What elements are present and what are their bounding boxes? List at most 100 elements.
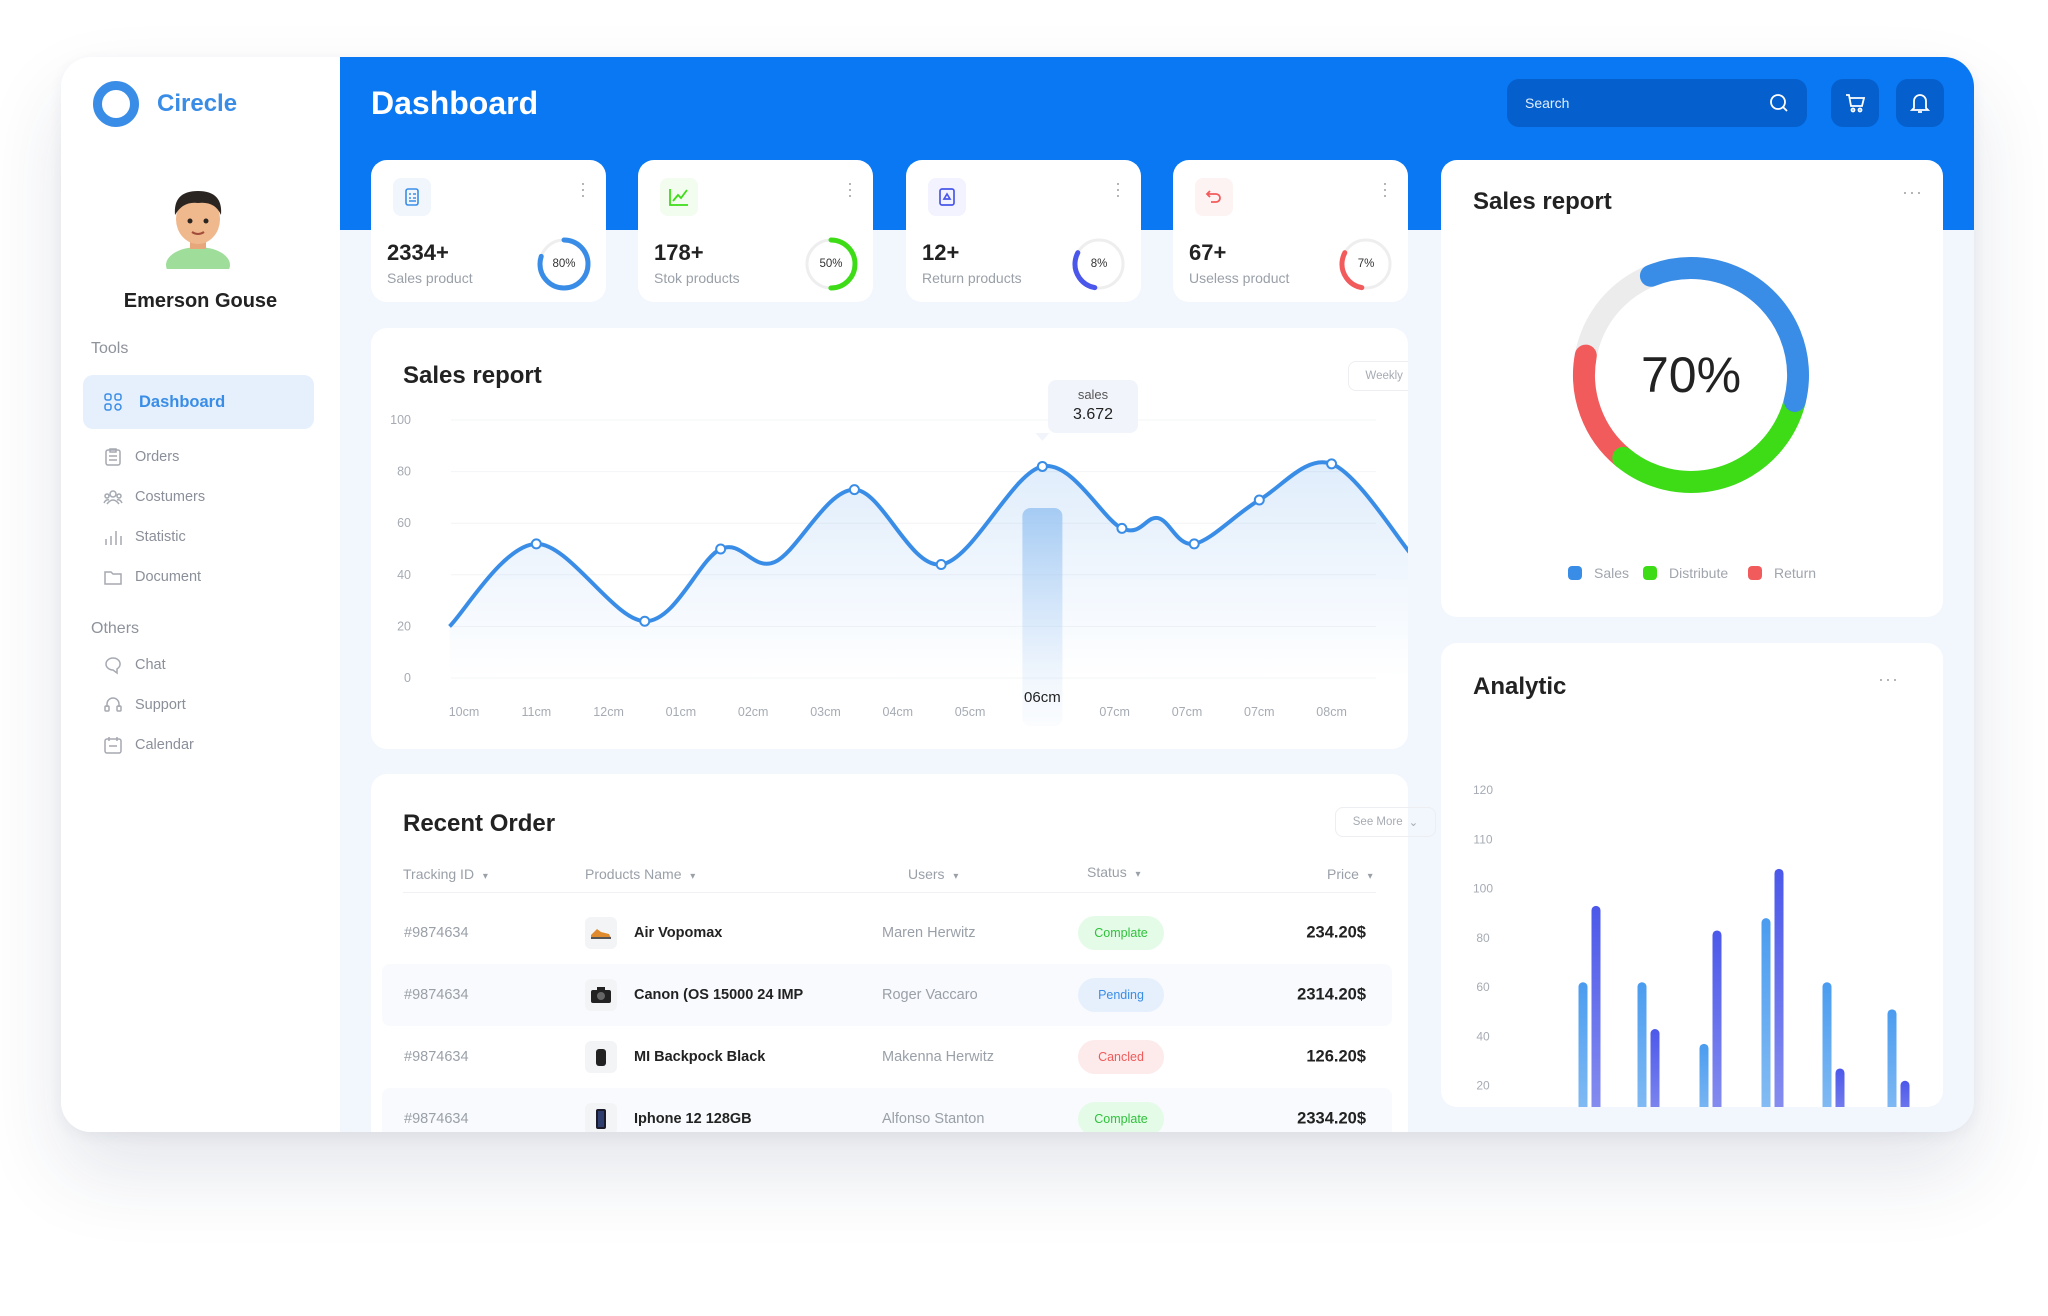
- more-menu-icon[interactable]: ···: [847, 174, 853, 204]
- bar: [1712, 930, 1722, 1107]
- progress-label: 8%: [1090, 258, 1108, 270]
- shoe-thumbnail: [585, 917, 617, 949]
- folder-icon: [104, 571, 122, 585]
- column-header-status[interactable]: Status: [1087, 864, 1141, 880]
- chat-icon: [105, 657, 121, 675]
- x-tick-label: 07cm: [1172, 705, 1203, 719]
- bar: [1835, 1068, 1845, 1107]
- phone-thumbnail: [585, 1103, 617, 1132]
- stat-card-return[interactable]: · · · 12+ Return products 8%: [906, 160, 1141, 302]
- page-title: Dashboard: [371, 85, 539, 121]
- sidebar-item-support[interactable]: Support: [83, 685, 314, 725]
- sidebar-item-chat[interactable]: Chat: [83, 645, 314, 685]
- x-tick-label: 10cm: [449, 705, 480, 719]
- more-menu-icon[interactable]: ···: [1382, 174, 1388, 204]
- y-tick-label: 0: [404, 671, 411, 685]
- sidebar-item-label: Document: [135, 569, 202, 585]
- table-row[interactable]: #9874634 MI Backpock Black Makenna Herwi…: [382, 1026, 1392, 1088]
- data-point: [1116, 522, 1128, 534]
- cart-button[interactable]: [1831, 79, 1879, 127]
- stat-card-stock[interactable]: · · · 178+ Stok products 50%: [638, 160, 873, 302]
- grid-icon: [104, 393, 122, 411]
- y-tick-label: 120: [1473, 783, 1493, 797]
- search-icon[interactable]: [1769, 93, 1789, 113]
- data-point: [1326, 458, 1338, 470]
- tracking-id: #9874634: [404, 987, 469, 1003]
- data-point: [1188, 538, 1200, 550]
- sidebar-item-label: Dashboard: [139, 392, 226, 411]
- sidebar-item-statistic[interactable]: Statistic: [83, 517, 314, 557]
- product-name: Air Vopomax: [634, 925, 723, 941]
- avatar[interactable]: [153, 177, 243, 269]
- data-point: [1036, 460, 1048, 472]
- see-more-button[interactable]: See More ⌄: [1335, 807, 1436, 837]
- legend-item-return: Return: [1748, 565, 1816, 581]
- notifications-button[interactable]: [1896, 79, 1944, 127]
- table-row[interactable]: #9874634 Iphone 12 128GB Alfonso Stanton…: [382, 1088, 1392, 1132]
- stat-card-sales[interactable]: · · · 2334+ Sales product 80%: [371, 160, 606, 302]
- sidebar-item-calendar[interactable]: Calendar: [83, 725, 314, 765]
- bar: [1591, 905, 1601, 1107]
- y-tick-label: 80: [1476, 931, 1490, 945]
- bar: [1650, 1029, 1660, 1107]
- user-name: Maren Herwitz: [882, 925, 976, 941]
- search-input[interactable]: Search: [1507, 79, 1807, 127]
- x-tick-label: 04cm: [883, 705, 914, 719]
- sidebar-item-label: Support: [135, 697, 186, 713]
- tooltip-value: 3.672: [1072, 406, 1114, 423]
- progress-label: 7%: [1357, 258, 1375, 270]
- column-header-products-name[interactable]: Products Name: [585, 866, 695, 882]
- data-point: [1253, 494, 1265, 506]
- more-menu-icon[interactable]: ···: [1902, 182, 1923, 203]
- sidebar-item-costumers[interactable]: Costumers: [83, 477, 314, 517]
- legend-label: Distribute: [1669, 565, 1729, 581]
- logo-circle-icon: [93, 81, 139, 127]
- camera-thumbnail: [585, 979, 617, 1011]
- column-header-users[interactable]: Users: [908, 866, 958, 882]
- legend-item-sales: Sales: [1568, 565, 1629, 581]
- sidebar-item-orders[interactable]: Orders: [83, 437, 314, 477]
- table-row[interactable]: #9874634 Canon (OS 15000 24 IMP Roger Va…: [382, 964, 1392, 1026]
- chevron-down-icon: ⌄: [1408, 817, 1419, 829]
- product-name: Canon (OS 15000 24 IMP: [634, 987, 804, 1003]
- x-tick-label: 05cm: [955, 705, 986, 719]
- progress-ring: 80%: [536, 236, 592, 292]
- stat-label: Useless product: [1189, 270, 1290, 286]
- table-row[interactable]: #9874634 Air Vopomax Maren Herwitz Compl…: [382, 902, 1392, 964]
- user-name: Emerson Gouse: [123, 290, 278, 312]
- clipboard-icon: [105, 448, 121, 466]
- more-menu-icon[interactable]: ···: [580, 174, 586, 204]
- progress-ring: 8%: [1071, 236, 1127, 292]
- y-tick-label: 20: [1476, 1079, 1490, 1093]
- column-header-price[interactable]: Price: [1327, 866, 1373, 882]
- bar: [1774, 868, 1784, 1107]
- headset-icon: [104, 697, 122, 712]
- logo[interactable]: Cirecle: [93, 81, 237, 127]
- card-title: Recent Order: [403, 810, 556, 837]
- sidebar-item-document[interactable]: Document: [83, 557, 314, 597]
- stat-card-useless[interactable]: · · · 67+ Useless product 7%: [1173, 160, 1408, 302]
- progress-ring: 7%: [1338, 236, 1394, 292]
- tools-section-label: Tools: [91, 340, 129, 357]
- others-section-label: Others: [91, 620, 140, 637]
- sidebar-item-dashboard[interactable]: Dashboard: [83, 375, 314, 429]
- status-badge: Pending: [1078, 978, 1164, 1012]
- y-tick-label: 40: [1476, 1029, 1490, 1043]
- tracking-id: #9874634: [404, 1111, 469, 1127]
- x-tick-label: 12cm: [593, 705, 624, 719]
- user-name: Alfonso Stanton: [882, 1111, 985, 1127]
- price: 234.20$: [1306, 923, 1366, 942]
- legend-swatch: [1568, 566, 1582, 580]
- column-header-tracking-id[interactable]: Tracking ID: [403, 866, 488, 882]
- calendar-icon: [104, 737, 122, 754]
- legend-swatch: [1748, 566, 1762, 580]
- status-badge: Cancled: [1078, 1040, 1164, 1074]
- x-tick-label: 07cm: [1244, 705, 1275, 719]
- sidebar-item-label: Chat: [135, 657, 166, 673]
- sidebar-item-label: Calendar: [135, 737, 194, 753]
- user-name: Roger Vaccaro: [882, 987, 978, 1003]
- sidebar-item-label: Orders: [135, 449, 180, 465]
- x-tick-label: 02cm: [738, 705, 769, 719]
- sidebar-item-label: Statistic: [135, 529, 186, 545]
- more-menu-icon[interactable]: ···: [1115, 174, 1121, 204]
